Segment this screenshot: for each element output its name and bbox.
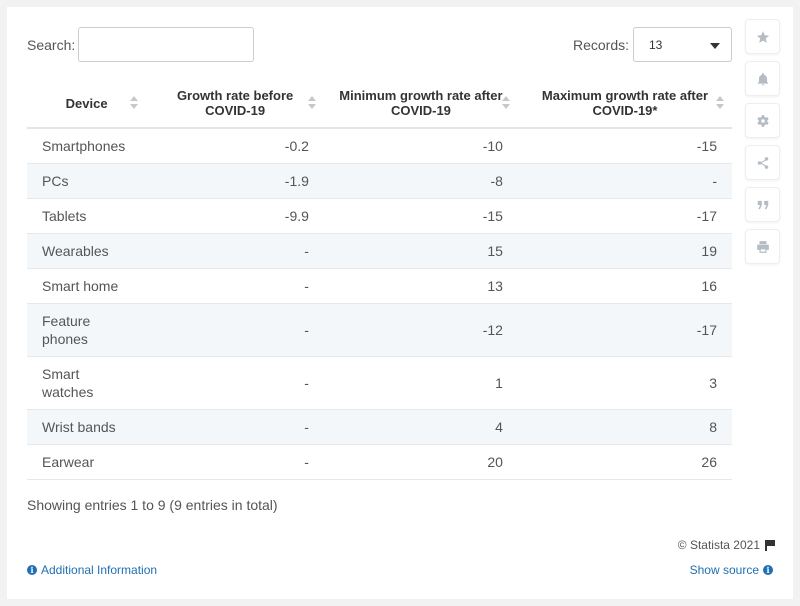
records-selected-value: 13 xyxy=(649,38,663,52)
info-icon: i xyxy=(27,565,37,575)
table-header-row: Device Growth rate before COVID-19 Minim… xyxy=(27,79,732,129)
column-header-max-growth-after[interactable]: Maximum growth rate after COVID-19* xyxy=(517,79,732,129)
print-icon xyxy=(756,240,769,253)
share-button[interactable] xyxy=(745,145,780,180)
records-select[interactable]: 13 xyxy=(633,27,732,62)
cell-max-growth-after: -17 xyxy=(517,198,732,234)
data-table: Device Growth rate before COVID-19 Minim… xyxy=(27,79,732,480)
cell-growth-before: - xyxy=(146,268,324,304)
table-row: Smart watches - 1 3 xyxy=(27,356,732,410)
star-icon xyxy=(756,30,769,43)
sort-icon xyxy=(716,96,724,110)
cell-device: Smartphones xyxy=(27,128,147,164)
column-header-min-growth-after[interactable]: Minimum growth rate after COVID-19 xyxy=(323,79,518,129)
search-input[interactable] xyxy=(78,27,254,62)
cell-device-text: Feature phones xyxy=(42,313,91,347)
show-source-label: Show source xyxy=(689,563,759,577)
cell-growth-before: -0.2 xyxy=(146,128,324,164)
column-header-label: Maximum growth rate after COVID-19* xyxy=(541,88,709,118)
favorite-button[interactable] xyxy=(745,19,780,54)
table-row: Feature phones - -12 -17 xyxy=(27,303,732,357)
records-label: Records: xyxy=(573,37,630,53)
column-header-label: Device xyxy=(65,95,108,111)
cell-device: Wrist bands xyxy=(27,409,147,445)
show-source-link[interactable]: Show source i xyxy=(690,563,773,577)
bell-icon xyxy=(757,72,768,85)
cell-device: Tablets xyxy=(27,198,147,234)
cell-min-growth-after: 4 xyxy=(323,409,518,445)
cell-max-growth-after: 3 xyxy=(517,356,732,410)
cell-min-growth-after: 15 xyxy=(323,233,518,269)
table-row: Smartphones -0.2 -10 -15 xyxy=(27,128,732,164)
side-toolbar xyxy=(745,19,780,271)
cell-device: Wearables xyxy=(27,233,147,269)
column-header-label: Growth rate before COVID-19 xyxy=(176,88,294,118)
share-icon xyxy=(757,156,768,169)
print-button[interactable] xyxy=(745,229,780,264)
cell-device: PCs xyxy=(27,163,147,199)
cell-device: Earwear xyxy=(27,444,147,480)
cell-device: Smart home xyxy=(27,268,147,304)
cell-min-growth-after: 1 xyxy=(323,356,518,410)
cell-max-growth-after: 26 xyxy=(517,444,732,480)
sort-icon xyxy=(130,96,139,110)
cell-min-growth-after: -12 xyxy=(323,303,518,357)
table-row: PCs -1.9 -8 - xyxy=(27,163,732,199)
additional-information-link[interactable]: i Additional Information xyxy=(27,563,157,577)
cell-growth-before: - xyxy=(146,444,324,480)
cell-min-growth-after: -10 xyxy=(323,128,518,164)
cell-max-growth-after: -15 xyxy=(517,128,732,164)
cell-max-growth-after: 8 xyxy=(517,409,732,445)
cite-button[interactable] xyxy=(745,187,780,222)
cell-growth-before: - xyxy=(146,356,324,410)
additional-information-label: Additional Information xyxy=(41,563,158,577)
gear-icon xyxy=(756,114,769,127)
cell-device-text: Smart watches xyxy=(42,366,94,400)
search-label: Search: xyxy=(27,37,76,53)
cell-max-growth-after: 16 xyxy=(517,268,732,304)
entries-summary: Showing entries 1 to 9 (9 entries in tot… xyxy=(27,497,278,513)
sort-icon xyxy=(307,96,316,110)
sort-icon xyxy=(501,96,510,110)
cell-max-growth-after: - xyxy=(517,163,732,199)
table-row: Tablets -9.9 -15 -17 xyxy=(27,198,732,234)
flag-icon[interactable] xyxy=(765,539,775,551)
cell-device: Smart watches xyxy=(27,356,147,410)
settings-button[interactable] xyxy=(745,103,780,138)
table-row: Smart home - 13 16 xyxy=(27,268,732,304)
cell-growth-before: - xyxy=(146,233,324,269)
cell-growth-before: - xyxy=(146,303,324,357)
quote-icon xyxy=(757,200,768,209)
notification-button[interactable] xyxy=(745,61,780,96)
cell-max-growth-after: 19 xyxy=(517,233,732,269)
cell-min-growth-after: 13 xyxy=(323,268,518,304)
table-row: Earwear - 20 26 xyxy=(27,444,732,480)
cell-min-growth-after: -8 xyxy=(323,163,518,199)
column-header-growth-before[interactable]: Growth rate before COVID-19 xyxy=(146,79,324,129)
cell-max-growth-after: -17 xyxy=(517,303,732,357)
column-header-device[interactable]: Device xyxy=(27,79,147,129)
table-row: Wrist bands - 4 8 xyxy=(27,409,732,445)
table-row: Wearables - 15 19 xyxy=(27,233,732,269)
cell-growth-before: - xyxy=(146,409,324,445)
info-icon: i xyxy=(763,565,773,575)
copyright-text: © Statista 2021 xyxy=(677,538,760,552)
cell-min-growth-after: 20 xyxy=(323,444,518,480)
cell-growth-before: -1.9 xyxy=(146,163,324,199)
column-header-label: Minimum growth rate after COVID-19 xyxy=(339,88,503,118)
cell-device: Feature phones xyxy=(27,303,147,357)
cell-min-growth-after: -15 xyxy=(323,198,518,234)
caret-down-icon xyxy=(710,43,720,49)
copyright: © Statista 2021 xyxy=(678,538,775,552)
cell-growth-before: -9.9 xyxy=(146,198,324,234)
